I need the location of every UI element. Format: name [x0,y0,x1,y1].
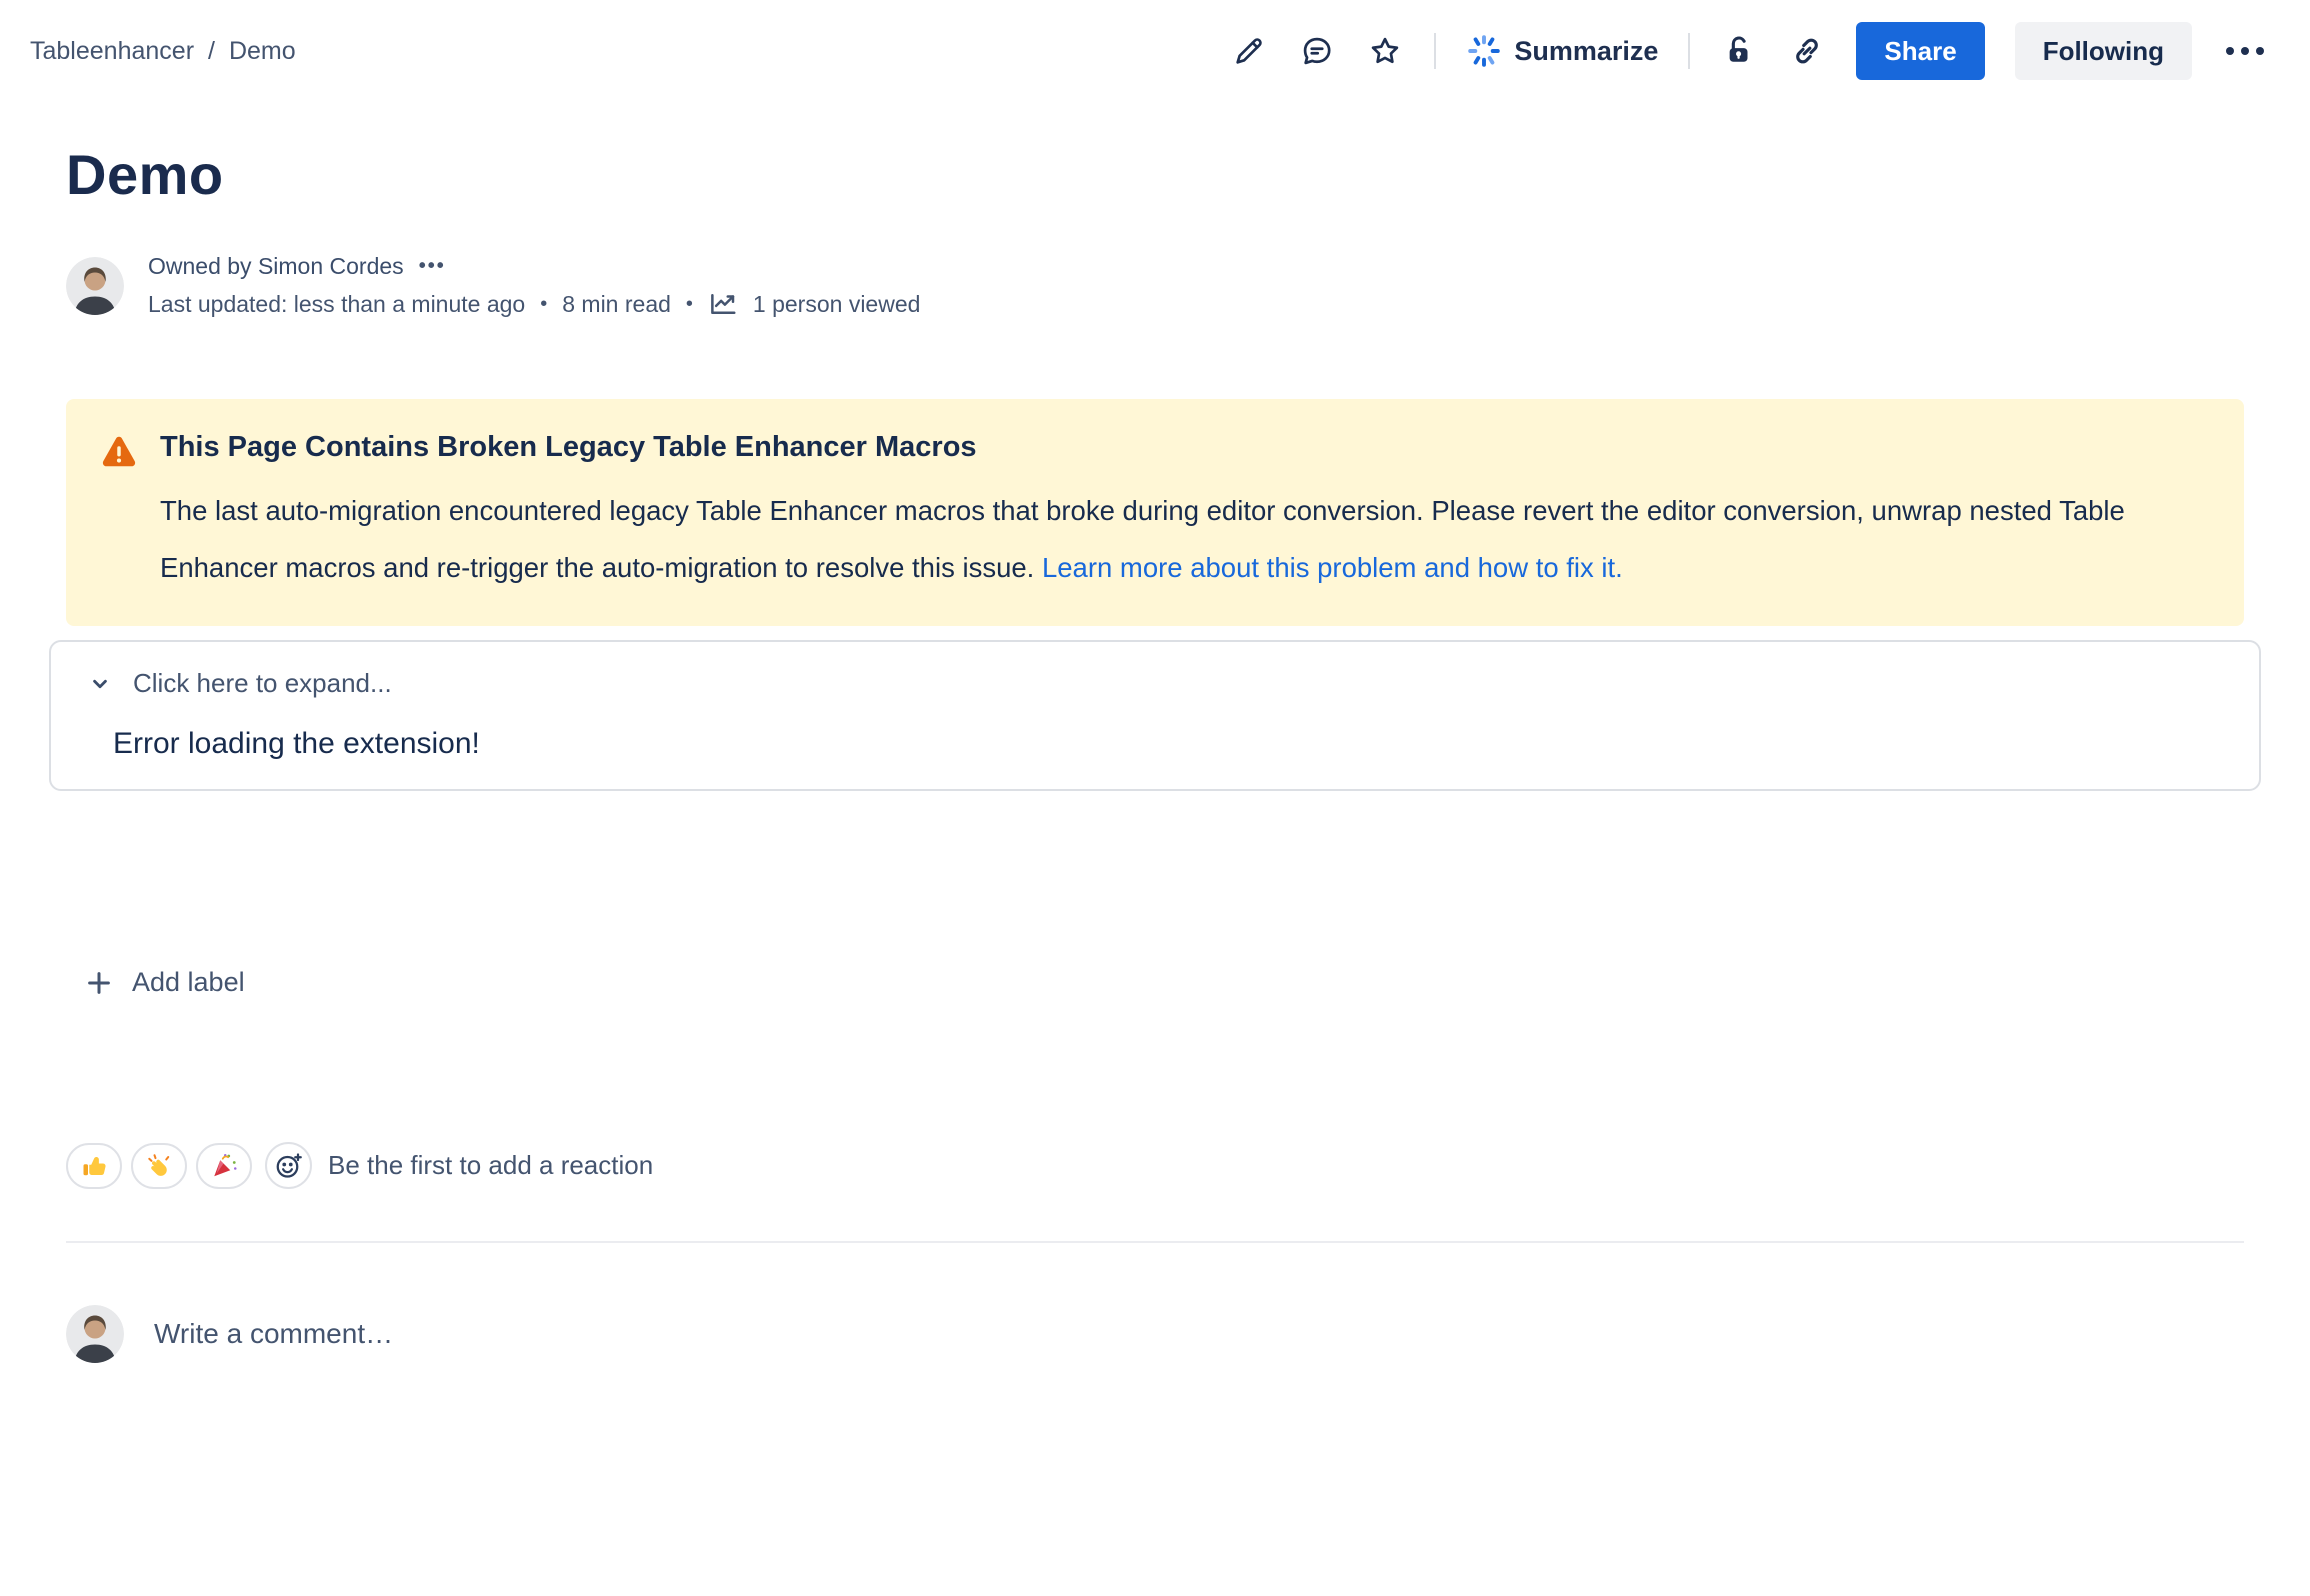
comment-input[interactable]: Write a comment… [154,1318,393,1350]
link-icon [1790,34,1824,68]
views-count[interactable]: 1 person viewed [753,291,921,318]
add-label-button[interactable]: Add label [66,967,245,998]
reaction-clap-button[interactable] [131,1143,187,1189]
breadcrumb-page[interactable]: Demo [229,37,296,66]
breadcrumb-space[interactable]: Tableenhancer [30,37,194,66]
add-reaction-button[interactable] [265,1142,312,1189]
page-actions: Summarize Share Following [1230,22,2268,80]
reaction-thumbs-up-button[interactable] [66,1143,122,1189]
following-button[interactable]: Following [2015,22,2192,80]
analytics-icon [708,289,738,319]
summarize-button[interactable]: Summarize [1466,33,1658,69]
comments-icon [1300,34,1334,68]
comment-composer[interactable]: Write a comment… [66,1305,2244,1363]
page-title: Demo [66,142,2244,207]
page-content: Demo Owned by Simon Cordes ••• Last upda… [0,142,2310,1363]
last-updated[interactable]: Last updated: less than a minute ago [148,291,525,318]
reaction-party-popper-button[interactable] [196,1143,252,1189]
reactions-row: Be the first to add a reaction [66,1142,2244,1189]
breadcrumb: Tableenhancer / Demo [30,37,296,66]
warning-icon [100,431,138,596]
byline: Owned by Simon Cordes ••• Last updated: … [66,253,2244,319]
read-time: 8 min read [562,291,671,318]
thumbs-up-emoji [79,1151,109,1181]
expand-toggle[interactable]: Click here to expand... [51,668,2259,699]
edit-icon [1232,34,1266,68]
expand-macro: Click here to expand... Error loading th… [49,640,2261,791]
star-button[interactable] [1366,32,1404,70]
comment-divider [66,1241,2244,1243]
copy-link-button[interactable] [1788,32,1826,70]
owner-avatar[interactable] [66,257,124,315]
user-avatar[interactable] [66,1305,124,1363]
plus-icon [84,968,114,998]
clap-emoji [144,1151,174,1181]
reaction-prompt: Be the first to add a reaction [328,1150,653,1181]
toolbar-divider [1434,33,1436,69]
share-button[interactable]: Share [1856,22,1984,80]
owner-label[interactable]: Owned by Simon Cordes [148,253,404,280]
expand-error-text: Error loading the extension! [51,727,2259,761]
toolbar-divider [1688,33,1690,69]
confluence-page: Tableenhancer / Demo [0,0,2310,1596]
banner-body: The last auto-migration encountered lega… [160,482,2200,596]
chevron-down-icon [87,671,113,697]
comments-button[interactable] [1298,32,1336,70]
edit-button[interactable] [1230,32,1268,70]
summarize-label: Summarize [1514,36,1658,67]
add-label-text: Add label [132,967,245,998]
more-actions-button[interactable] [2222,39,2268,63]
top-bar: Tableenhancer / Demo [0,0,2310,92]
breadcrumb-separator: / [208,37,215,66]
warning-banner: This Page Contains Broken Legacy Table E… [66,399,2244,626]
party-popper-emoji [209,1151,239,1181]
banner-learn-more-link[interactable]: Learn more about this problem and how to… [1042,552,1623,583]
ai-sparkle-icon [1466,33,1502,69]
restrictions-button[interactable] [1720,32,1758,70]
banner-heading: This Page Contains Broken Legacy Table E… [160,431,2200,464]
owner-more-button[interactable]: ••• [419,255,446,278]
star-icon [1368,34,1402,68]
add-reaction-icon [274,1151,304,1181]
unlock-icon [1722,34,1756,68]
expand-toggle-label: Click here to expand... [133,668,392,699]
more-icon [2226,47,2234,55]
